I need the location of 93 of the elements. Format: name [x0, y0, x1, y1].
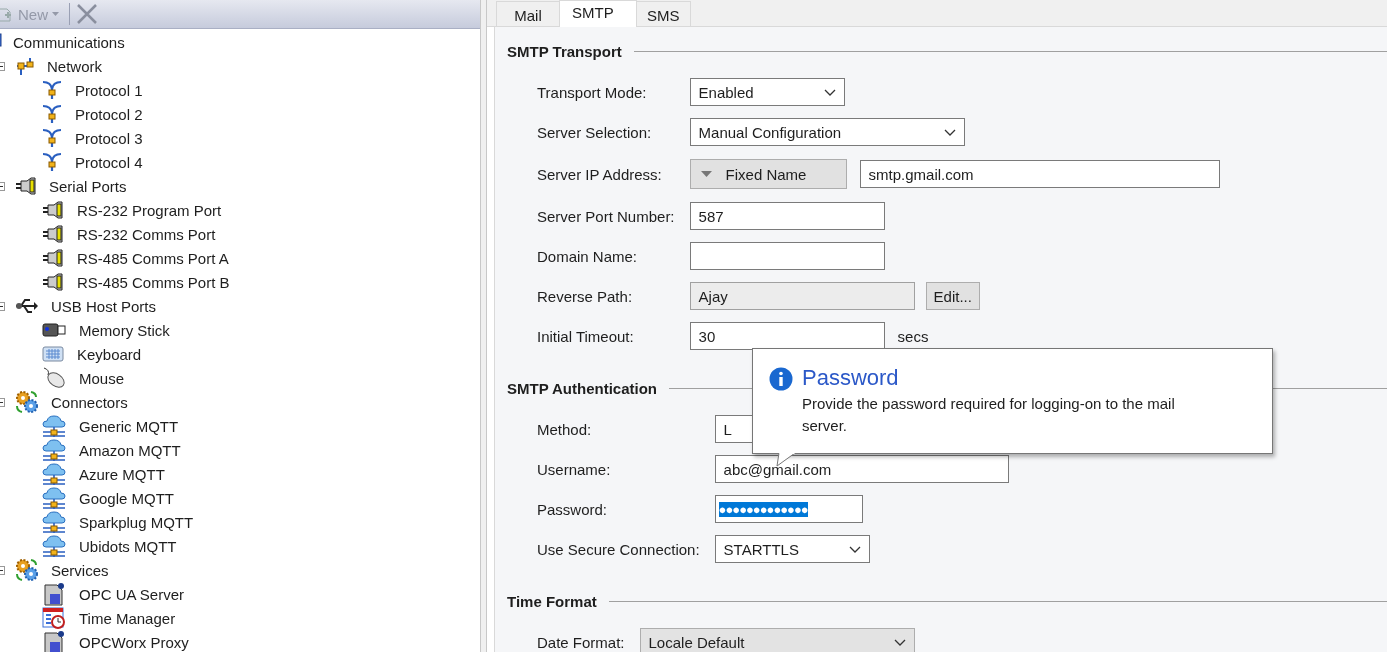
field-label: Use Secure Connection:: [537, 540, 700, 558]
usb-icon: [15, 296, 39, 316]
tab[interactable]: Mail: [496, 1, 560, 26]
tree-item[interactable]: OPC UA Server: [77, 585, 187, 603]
plug-icon: [42, 225, 64, 243]
unit-label: secs: [897, 327, 929, 345]
memory-stick-icon: [42, 322, 66, 338]
chevron-down-icon: [848, 545, 861, 553]
caret-icon: [52, 12, 59, 16]
tree-item[interactable]: Network: [45, 57, 104, 75]
plug-icon: [15, 177, 37, 195]
chevron-down-icon: [893, 638, 906, 646]
field-label: Domain Name:: [537, 247, 638, 265]
server-icon: [42, 582, 66, 606]
cloud-icon: [42, 438, 66, 462]
tree-item[interactable]: Time Manager: [77, 609, 178, 627]
calendar-clock-icon: [42, 606, 66, 630]
edit-button[interactable]: Edit...: [925, 282, 980, 310]
field-label: Username:: [537, 460, 611, 478]
gears-icon: [15, 390, 39, 414]
tree-item[interactable]: Google MQTT: [77, 489, 177, 507]
tree-item[interactable]: Protocol 3: [73, 129, 145, 147]
plus-icon: [0, 5, 14, 23]
tree-item[interactable]: Communications: [11, 33, 127, 51]
field-label: Method:: [537, 420, 592, 438]
fork-icon: [42, 104, 62, 124]
tree-item[interactable]: Connectors: [49, 393, 130, 411]
section-heading: SMTP Transport: [507, 42, 622, 60]
tree-item[interactable]: Protocol 4: [73, 153, 145, 171]
tree-item[interactable]: Generic MQTT: [77, 417, 181, 435]
mode-button[interactable]: Fixed Name: [689, 159, 847, 189]
cloud-icon: [42, 486, 66, 510]
text-field[interactable]: 30: [689, 322, 885, 350]
text-field[interactable]: abc@gmail.com: [714, 455, 1009, 483]
plug-icon: [42, 249, 64, 267]
keyboard-icon: [42, 346, 64, 362]
tree-item[interactable]: Serial Ports: [47, 177, 129, 195]
field-label: Initial Timeout:: [537, 327, 634, 345]
dropdown[interactable]: Enabled: [689, 78, 845, 106]
tree-item[interactable]: RS-485 Comms Port B: [75, 273, 232, 291]
chevron-down-icon: [943, 128, 956, 136]
dropdown[interactable]: STARTTLS: [714, 535, 870, 563]
field-label: Reverse Path:: [537, 287, 633, 305]
cloud-icon: [42, 414, 66, 438]
tree-item[interactable]: Services: [49, 561, 111, 579]
tab[interactable]: SMS: [636, 1, 691, 26]
gears-icon: [15, 558, 39, 582]
text-field[interactable]: 587: [689, 202, 885, 230]
tree-item[interactable]: Amazon MQTT: [77, 441, 183, 459]
tree-item[interactable]: RS-232 Comms Port: [75, 225, 218, 243]
tree-item[interactable]: USB Host Ports: [49, 297, 159, 315]
triangle-down-icon: [700, 171, 712, 177]
cloud-icon: [42, 510, 66, 534]
tree-item[interactable]: RS-485 Comms Port A: [75, 249, 231, 267]
dropdown[interactable]: Manual Configuration: [689, 118, 965, 146]
fork-icon: [42, 128, 62, 148]
chevron-down-icon: [823, 88, 836, 96]
fork-icon: [42, 152, 62, 172]
field-label: Server IP Address:: [537, 165, 662, 183]
tree-item[interactable]: Protocol 2: [73, 105, 145, 123]
plug-icon: [42, 201, 64, 219]
field-label: Server Selection:: [537, 123, 652, 141]
plug-icon: [42, 273, 64, 291]
cloud-icon: [42, 462, 66, 486]
readonly-field[interactable]: Ajay: [689, 282, 915, 310]
tooltip-title: Password: [802, 365, 900, 391]
tree-item[interactable]: Ubidots MQTT: [77, 537, 179, 555]
password-field[interactable]: ●●●●●●●●●●●●●: [714, 495, 863, 523]
cloud-icon: [42, 534, 66, 558]
mouse-icon: [42, 367, 66, 389]
field-label: Server Port Number:: [537, 207, 675, 225]
tree-item[interactable]: Mouse: [77, 369, 127, 387]
field-label: Transport Mode:: [537, 83, 647, 101]
section-heading: SMTP Authentication: [507, 379, 657, 397]
tree-item[interactable]: RS-232 Program Port: [75, 201, 224, 219]
tree-item[interactable]: Keyboard: [75, 345, 144, 363]
field-label: Password:: [537, 500, 608, 518]
tree-item[interactable]: Protocol 1: [73, 81, 145, 99]
section-heading: Time Format: [507, 592, 597, 610]
tree-item[interactable]: Azure MQTT: [77, 465, 167, 483]
network-icon: [15, 56, 35, 76]
text-field[interactable]: smtp.gmail.com: [859, 160, 1220, 188]
server-icon: [42, 630, 66, 652]
tooltip-text: Provide the password required for logging-on to the mail server.: [802, 394, 1176, 436]
text-field[interactable]: [689, 242, 885, 270]
info-icon: [769, 367, 793, 391]
tree-item[interactable]: OPCWorx Proxy: [77, 633, 191, 651]
tab[interactable]: SMTP: [559, 0, 637, 27]
tree-item[interactable]: Memory Stick: [77, 321, 172, 339]
close-icon: [76, 3, 98, 25]
fork-icon: [42, 80, 62, 100]
field-label: Date Format:: [537, 633, 625, 651]
tree-item[interactable]: Sparkplug MQTT: [77, 513, 196, 531]
